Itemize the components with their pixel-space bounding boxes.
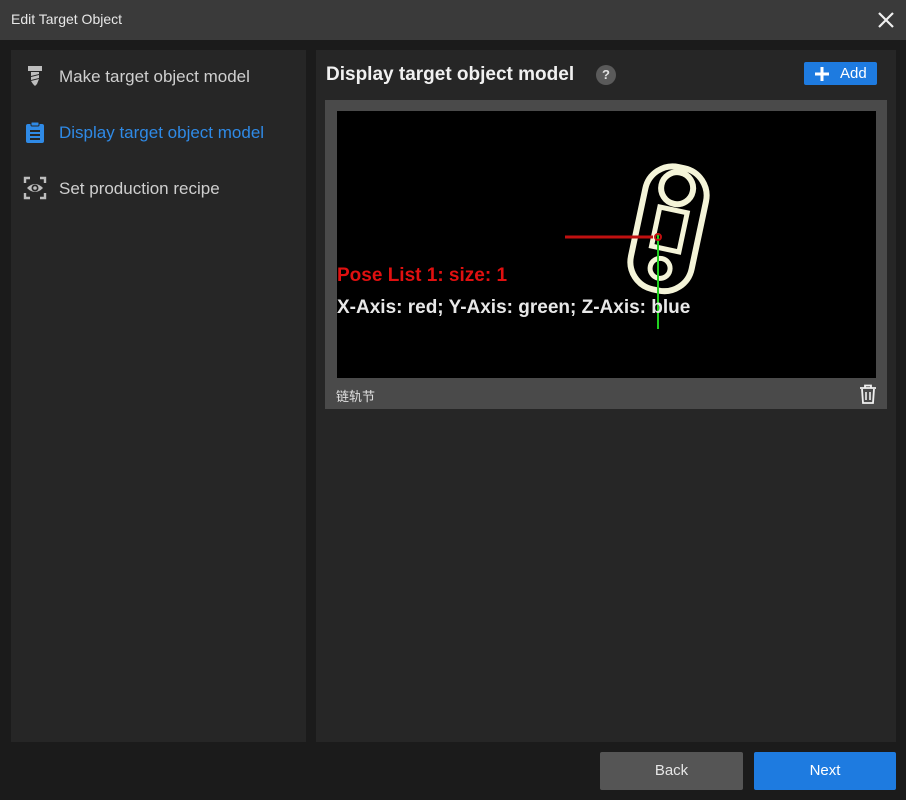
sidebar-item-label: Display target object model: [59, 123, 265, 142]
sidebar-item-label: Make target object model: [59, 67, 250, 86]
sidebar: Make target object model Display target …: [11, 50, 306, 742]
axes-legend: X-Axis: red; Y-Axis: green; Z-Axis: blue: [337, 297, 691, 318]
sidebar-item-make-model[interactable]: Make target object model: [11, 56, 306, 96]
model-name: 链轨节: [336, 389, 376, 404]
clipboard-icon: [26, 121, 44, 143]
sidebar-item-label: Set production recipe: [59, 179, 220, 198]
eye-scan-icon: [23, 176, 47, 200]
trash-icon[interactable]: [859, 384, 877, 404]
page-title: Display target object model: [326, 64, 575, 85]
back-button[interactable]: Back: [600, 752, 743, 790]
add-button[interactable]: Add: [804, 62, 877, 85]
model-preview-image: Pose List 1: size: 1 X-Axis: red; Y-Axis…: [337, 111, 876, 378]
pose-list-title: Pose List 1: size: 1: [337, 265, 508, 286]
next-button[interactable]: Next: [754, 752, 896, 790]
sidebar-item-production-recipe[interactable]: Set production recipe: [11, 168, 306, 208]
close-icon[interactable]: [874, 8, 898, 32]
model-card[interactable]: Pose List 1: size: 1 X-Axis: red; Y-Axis…: [325, 100, 887, 409]
screw-icon: [28, 66, 42, 86]
title-bar: Edit Target Object: [0, 0, 906, 40]
sidebar-item-display-model[interactable]: Display target object model: [11, 112, 306, 152]
window-title: Edit Target Object: [11, 11, 123, 27]
help-icon[interactable]: ?: [596, 65, 616, 85]
main-panel: Display target object model ? Add Pose L…: [316, 50, 896, 742]
add-button-label: Add: [840, 65, 867, 82]
plus-icon: [815, 67, 829, 81]
chain-link-drawing: [565, 163, 710, 329]
